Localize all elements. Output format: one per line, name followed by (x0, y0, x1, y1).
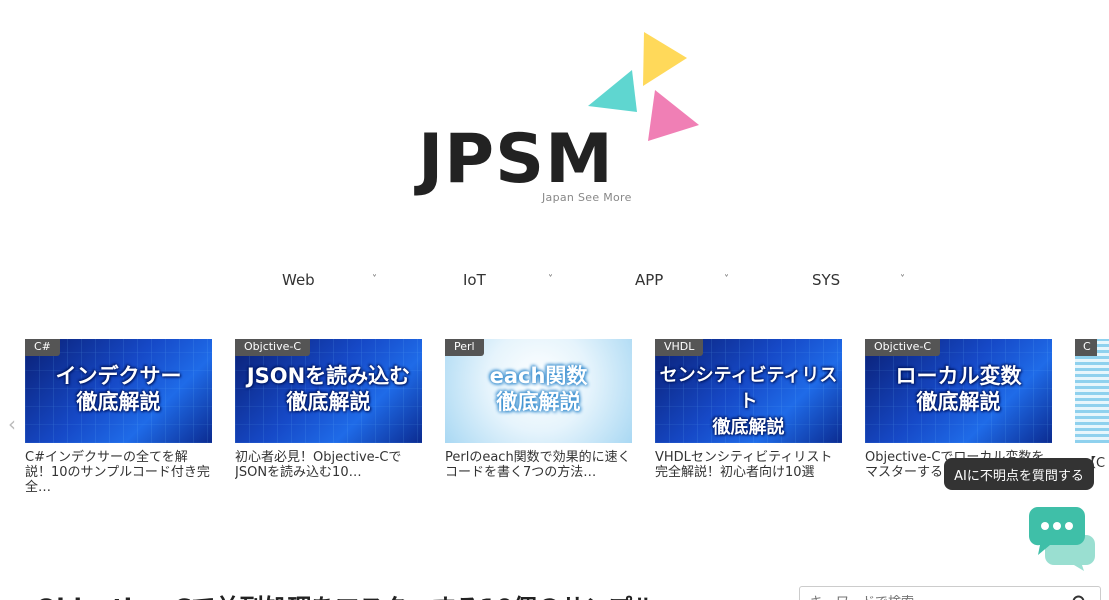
carousel-prev-icon[interactable]: ‹ (8, 412, 16, 436)
thumbnail-title: ローカル変数 徹底解説 (895, 364, 1022, 414)
thumbnail-title: JSONを読み込む 徹底解説 (246, 364, 411, 414)
nav-item-app[interactable]: APP (635, 264, 663, 296)
card-title: Perlのeach関数で効果的に速くコードを書く7つの方法… (445, 450, 631, 480)
category-tag: Objctive-C (865, 339, 941, 356)
card-thumbnail: Objctive-C ローカル変数 徹底解説 (865, 339, 1052, 443)
carousel-card-partial[interactable]: C (1075, 339, 1109, 443)
category-tag: VHDL (655, 339, 704, 356)
carousel-card[interactable]: VHDL センシティビティリスト 徹底解説 VHDLセンシティビティリスト完全解… (655, 339, 842, 509)
nav-item-iot[interactable]: IoT (463, 264, 486, 296)
article-carousel: ‹ › C# インデクサー 徹底解説 C#インデクサーの全てを解説！10のサンプ… (0, 312, 1109, 522)
category-tag: Objctive-C (235, 339, 311, 356)
card-thumbnail: Objctive-C JSONを読み込む 徹底解説 (235, 339, 422, 443)
card-title: C#インデクサーの全てを解説！10のサンプルコード付き完全… (25, 450, 210, 495)
chevron-down-icon[interactable]: ˅ (900, 274, 905, 285)
chat-bubble-icon[interactable] (1028, 505, 1096, 571)
card-thumbnail: C# インデクサー 徹底解説 (25, 339, 212, 443)
nav-item-web[interactable]: Web (282, 264, 315, 296)
logo-tagline: Japan See More (542, 191, 632, 204)
search-box[interactable] (799, 586, 1101, 600)
category-tag: C# (25, 339, 60, 356)
chevron-down-icon[interactable]: ˅ (724, 274, 729, 285)
nav-label: Web (282, 271, 315, 289)
thumbnail-title: センシティビティリスト 徹底解説 (659, 365, 838, 438)
category-tag: Perl (445, 339, 484, 356)
nav-label: APP (635, 271, 664, 289)
page: JPSM Japan See More Web ˅ IoT ˅ APP ˅ SY… (0, 0, 1109, 600)
search-input[interactable] (810, 595, 1060, 600)
card-title: VHDLセンシティビティリスト完全解説！初心者向け10選 (655, 450, 833, 480)
nav-item-sys[interactable]: SYS (812, 264, 840, 296)
card-title: 初心者必見！Objective-CでJSONを読み込む10… (235, 450, 402, 480)
carousel-card[interactable]: C# インデクサー 徹底解説 C#インデクサーの全てを解説！10のサンプルコード… (25, 339, 212, 509)
nav-label: IoT (463, 271, 486, 289)
carousel-card[interactable]: Objctive-C JSONを読み込む 徹底解説 初心者必見！Objectiv… (235, 339, 422, 509)
search-icon[interactable] (1072, 595, 1088, 600)
nav-label: SYS (812, 271, 841, 289)
card-thumbnail: Perl each関数 徹底解説 (445, 339, 632, 443)
thumbnail-title: インデクサー 徹底解説 (55, 364, 182, 414)
card-thumbnail: VHDL センシティビティリスト 徹底解説 (655, 339, 842, 443)
article-heading: Objective-Cで並列処理をマスターする10個のサンプル (36, 588, 696, 600)
category-tag: C (1075, 339, 1097, 356)
carousel-card[interactable]: Perl each関数 徹底解説 Perlのeach関数で効果的に速くコードを書… (445, 339, 632, 509)
thumbnail-title: each関数 徹底解説 (489, 364, 588, 414)
main-nav: Web ˅ IoT ˅ APP ˅ SYS ˅ (0, 264, 1109, 296)
site-logo[interactable]: JPSM Japan See More (415, 28, 715, 213)
logo-wordmark: JPSM (418, 120, 614, 199)
chevron-down-icon[interactable]: ˅ (548, 274, 553, 285)
ai-question-tooltip[interactable]: AIに不明点を質問する (944, 458, 1094, 490)
chevron-down-icon[interactable]: ˅ (372, 274, 377, 285)
